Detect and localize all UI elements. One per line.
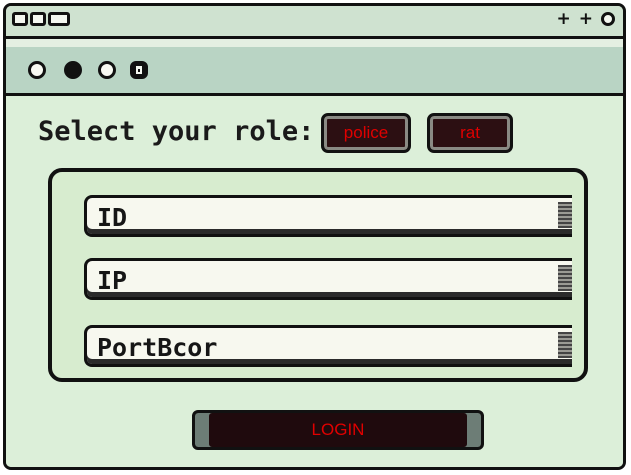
port-field[interactable] xyxy=(84,325,572,367)
maximize-window-button[interactable] xyxy=(48,12,70,26)
toolbar xyxy=(6,39,623,96)
port-input[interactable] xyxy=(97,332,537,362)
trash-icon[interactable] xyxy=(130,61,148,79)
role-label: Select your role: xyxy=(38,116,315,147)
id-input[interactable] xyxy=(97,202,537,232)
app-window: + + Select your role: police rat LOGIN xyxy=(3,3,626,470)
filled-circle-icon[interactable] xyxy=(64,61,82,79)
login-content: Select your role: police rat LOGIN xyxy=(6,96,623,467)
credentials-panel xyxy=(48,168,588,382)
titlebar-actions: + + xyxy=(557,10,615,28)
window-controls xyxy=(12,12,70,26)
id-field[interactable] xyxy=(84,195,572,237)
ip-field[interactable] xyxy=(84,258,572,300)
minimize-window-button[interactable] xyxy=(30,12,46,26)
add-icon[interactable]: + xyxy=(579,10,593,28)
title-bar: + + xyxy=(6,6,623,39)
move-icon[interactable]: + xyxy=(557,10,571,28)
role-rat-button[interactable]: rat xyxy=(427,113,513,153)
settings-icon[interactable] xyxy=(601,12,615,26)
role-police-button[interactable]: police xyxy=(321,113,411,153)
login-button[interactable]: LOGIN xyxy=(192,410,484,450)
ip-input[interactable] xyxy=(97,265,537,295)
close-window-button[interactable] xyxy=(12,12,28,26)
open-circle-icon[interactable] xyxy=(98,61,116,79)
open-circle-icon[interactable] xyxy=(28,61,46,79)
